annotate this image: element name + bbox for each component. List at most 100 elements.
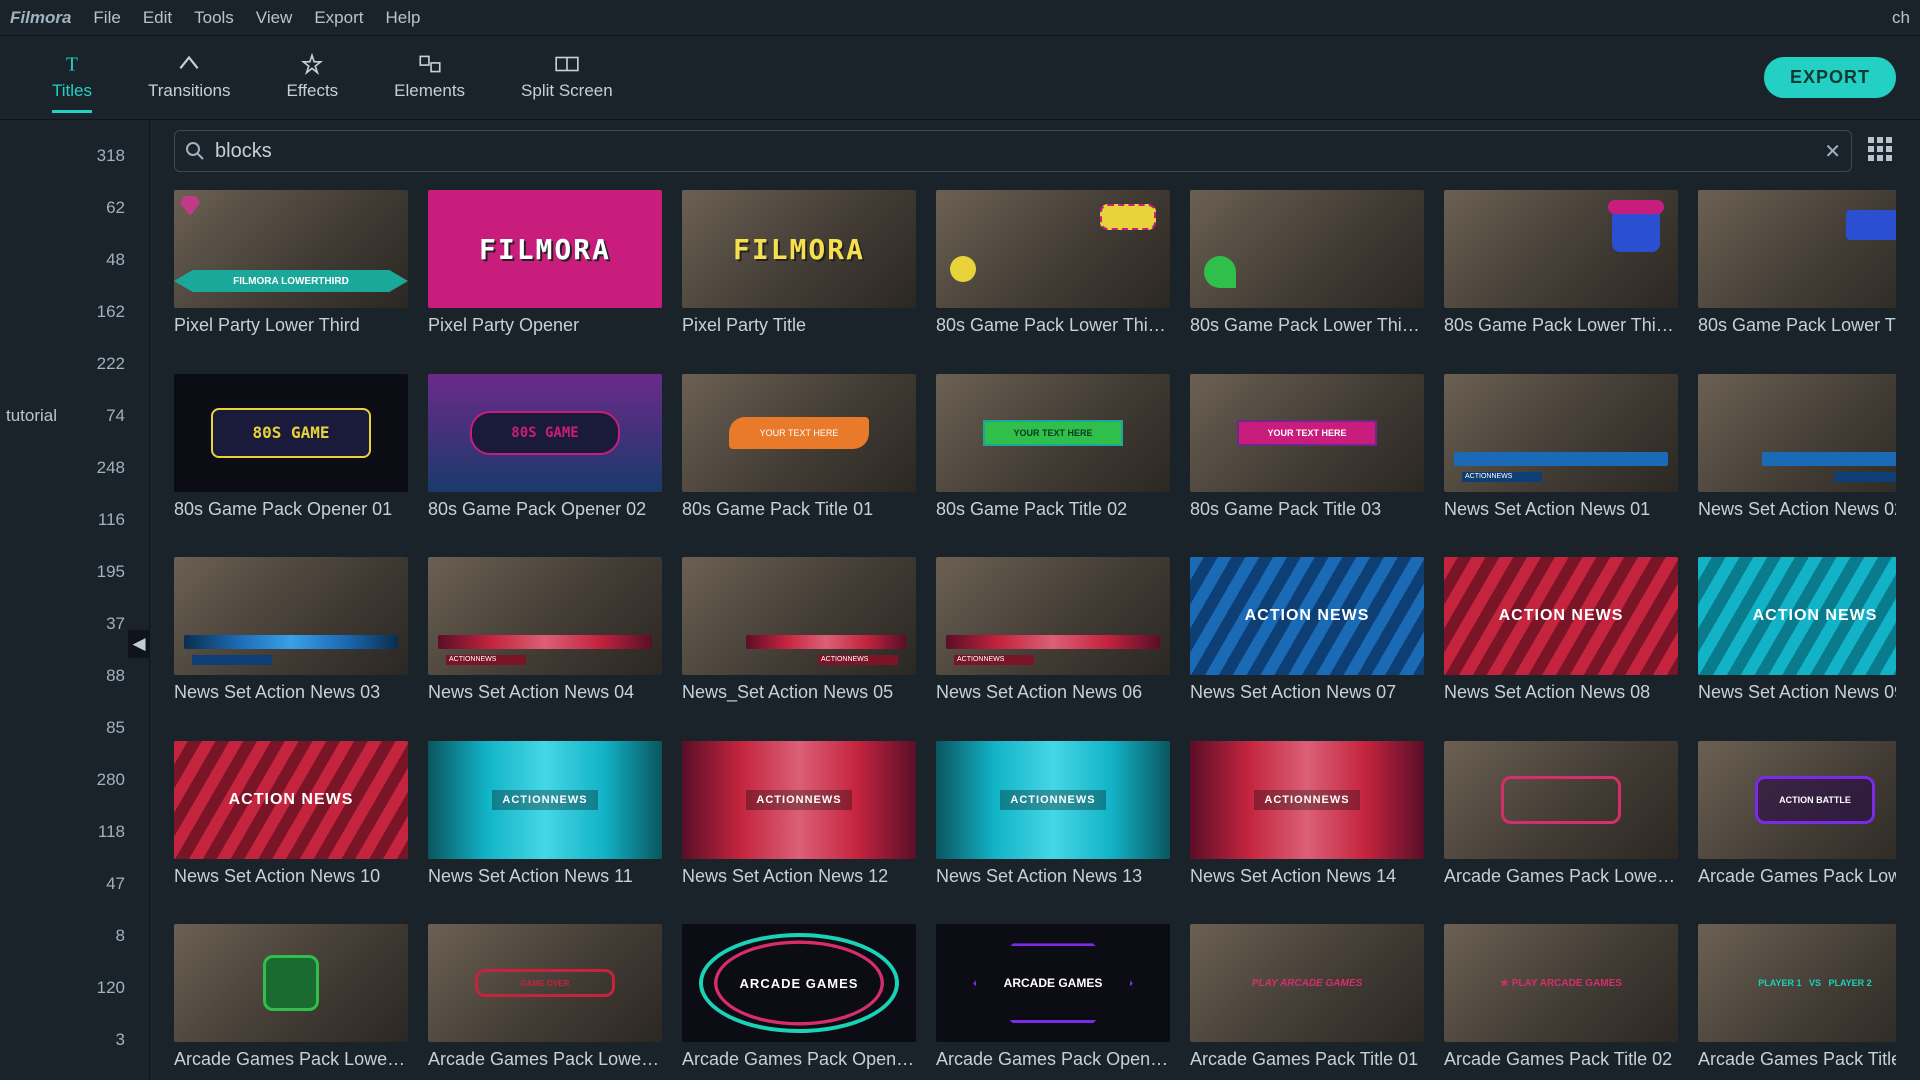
sidebar-item[interactable]: 8 <box>0 910 149 962</box>
title-card[interactable]: 80s Game Pack Lower Third 01 <box>936 190 1170 346</box>
title-card[interactable]: ACTION BATTLEArcade Games Pack Lower Thi… <box>1698 741 1896 897</box>
title-thumbnail: ACTION BATTLE <box>1698 741 1896 859</box>
title-card[interactable]: 80S GAME80s Game Pack Opener 01 <box>174 374 408 530</box>
menu-tools[interactable]: Tools <box>194 8 234 28</box>
search-box[interactable]: ✕ <box>174 130 1852 172</box>
title-card[interactable]: ACTIONNEWSNews Set Action News 14 <box>1190 741 1424 897</box>
title-card-label: 80s Game Pack Lower Third 02 <box>1190 315 1424 336</box>
title-thumbnail: ARCADE GAMES <box>936 924 1170 1042</box>
title-thumbnail: ACTION NEWS <box>1444 557 1678 675</box>
title-thumbnail <box>1190 190 1424 308</box>
toolbar: T Titles Transitions Effects Elements Sp… <box>0 36 1920 120</box>
title-card[interactable]: 80S GAME80s Game Pack Opener 02 <box>428 374 662 530</box>
sidebar-item[interactable]: 280 <box>0 754 149 806</box>
sidebar-item[interactable]: 116 <box>0 494 149 546</box>
menu-file[interactable]: File <box>93 8 120 28</box>
tab-transitions[interactable]: Transitions <box>120 43 259 113</box>
sidebar-item[interactable]: 118 <box>0 806 149 858</box>
sidebar-item[interactable]: 162 <box>0 286 149 338</box>
menu-export[interactable]: Export <box>314 8 363 28</box>
sidebar-item[interactable]: tutorial74 <box>0 390 149 442</box>
sidebar-item[interactable]: 37 <box>0 598 149 650</box>
sidebar-item[interactable]: 318 <box>0 130 149 182</box>
title-card[interactable]: ACTIONNEWSNews Set Action News 13 <box>936 741 1170 897</box>
title-card[interactable]: ARCADE GAMESArcade Games Pack Opener 02 <box>936 924 1170 1080</box>
title-card[interactable]: ACTIONNEWSNews Set Action News 12 <box>682 741 916 897</box>
title-card[interactable]: PLAYER 1 VS PLAYER 2Arcade Games Pack Ti… <box>1698 924 1896 1080</box>
title-card[interactable]: YOUR TEXT HERE80s Game Pack Title 01 <box>682 374 916 530</box>
sidebar-item[interactable]: 222 <box>0 338 149 390</box>
search-input[interactable] <box>215 140 1814 163</box>
sidebar-item[interactable]: 48 <box>0 234 149 286</box>
title-card[interactable]: 80s Game Pack Lower Third 02 <box>1190 190 1424 346</box>
title-card[interactable]: ACTION NEWSNews Set Action News 07 <box>1190 557 1424 713</box>
title-card[interactable]: FILMORAPixel Party Title <box>682 190 916 346</box>
grid-size-toggle[interactable] <box>1868 137 1896 165</box>
sidebar-item-count: 74 <box>106 406 125 426</box>
title-card[interactable]: ACTIONNEWSNews Set Action News 06 <box>936 557 1170 713</box>
title-card[interactable]: YOUR TEXT HERE80s Game Pack Title 02 <box>936 374 1170 530</box>
title-card[interactable]: ACTIONNEWSNews Set Action News 11 <box>428 741 662 897</box>
title-thumbnail: ACTIONNEWS <box>428 557 662 675</box>
title-thumbnail: FILMORA <box>428 190 662 308</box>
title-card[interactable]: ACTION NEWS News Set Action News 09 <box>1698 557 1896 713</box>
title-card-label: 80s Game Pack Opener 02 <box>428 499 662 520</box>
sidebar-item[interactable]: 248 <box>0 442 149 494</box>
title-thumbnail: ARCADE GAMES <box>682 924 916 1042</box>
title-thumbnail: GAME OVER <box>428 924 662 1042</box>
sidebar-item-count: 118 <box>98 822 125 842</box>
sidebar-item[interactable]: 62 <box>0 182 149 234</box>
menu-help[interactable]: Help <box>385 8 420 28</box>
title-thumbnail <box>1698 190 1896 308</box>
sidebar-item[interactable]: 85 <box>0 702 149 754</box>
title-card-label: 80s Game Pack Lower Third 01 <box>936 315 1170 336</box>
tab-titles[interactable]: T Titles <box>24 43 120 113</box>
title-card[interactable]: ARCADE GAMESArcade Games Pack Opener 01 <box>682 924 916 1080</box>
sidebar-item-count: 85 <box>106 718 125 738</box>
export-button[interactable]: EXPORT <box>1764 57 1896 98</box>
title-card[interactable]: ACTION NEWSNews Set Action News 08 <box>1444 557 1678 713</box>
title-card-label: News Set Action News 09 <box>1698 682 1896 703</box>
tab-elements[interactable]: Elements <box>366 43 493 113</box>
sidebar-item-count: 48 <box>106 250 125 270</box>
title-thumbnail: ★ PLAY ARCADE GAMES <box>1444 924 1678 1042</box>
menu-view[interactable]: View <box>256 8 293 28</box>
title-card[interactable]: FILMORAPixel Party Opener <box>428 190 662 346</box>
title-card[interactable]: Arcade Games Pack Lower Third 01 <box>1444 741 1678 897</box>
tab-split-screen[interactable]: Split Screen <box>493 43 641 113</box>
sidebar-item[interactable]: 3 <box>0 1014 149 1066</box>
titles-icon: T <box>59 53 85 75</box>
menu-edit[interactable]: Edit <box>143 8 172 28</box>
title-card[interactable]: 80s Game Pack Lower Third 03 <box>1444 190 1678 346</box>
clear-search-icon[interactable]: ✕ <box>1824 139 1841 164</box>
title-card-label: News Set Action News 13 <box>936 866 1170 887</box>
title-card[interactable]: ACTIONNEWSNews_Set Action News 05 <box>682 557 916 713</box>
sidebar-item[interactable]: 88 <box>0 650 149 702</box>
sidebar-item[interactable]: 195 <box>0 546 149 598</box>
sidebar-item-count: 280 <box>97 770 125 790</box>
title-card[interactable]: ACTION NEWSNews Set Action News 10 <box>174 741 408 897</box>
sidebar-item-count: 195 <box>97 562 125 582</box>
sidebar-item-count: 222 <box>97 354 125 374</box>
title-card[interactable]: News Set Action News 02 <box>1698 374 1896 530</box>
title-card[interactable]: Arcade Games Pack Lower Third 03 <box>174 924 408 1080</box>
title-card[interactable]: ACTIONNEWSNews Set Action News 01 <box>1444 374 1678 530</box>
tab-effects[interactable]: Effects <box>259 43 367 113</box>
sidebar-item[interactable]: 120 <box>0 962 149 1014</box>
title-card[interactable]: News Set Action News 03 <box>174 557 408 713</box>
title-card[interactable]: 80s Game Pack Lower Third 04 <box>1698 190 1896 346</box>
title-card-label: Arcade Games Pack Title 01 <box>1190 1049 1424 1070</box>
title-thumbnail: ACTION NEWS <box>1698 557 1896 675</box>
title-thumbnail: ACTIONNEWS <box>936 557 1170 675</box>
title-thumbnail: ACTIONNEWS <box>682 557 916 675</box>
title-card[interactable]: GAME OVERArcade Games Pack Lower Third 0… <box>428 924 662 1080</box>
tab-transitions-label: Transitions <box>148 81 231 101</box>
sidebar-item[interactable]: 47 <box>0 858 149 910</box>
title-card[interactable]: FILMORA LOWERTHIRDPixel Party Lower Thir… <box>174 190 408 346</box>
title-card[interactable]: ★ PLAY ARCADE GAMESArcade Games Pack Tit… <box>1444 924 1678 1080</box>
title-card[interactable]: YOUR TEXT HERE80s Game Pack Title 03 <box>1190 374 1424 530</box>
sidebar-collapse-button[interactable]: ◀ <box>128 630 150 658</box>
title-card[interactable]: PLAY ARCADE GAMESArcade Games Pack Title… <box>1190 924 1424 1080</box>
sidebar-item-count: 318 <box>97 146 125 166</box>
title-card[interactable]: ACTIONNEWSNews Set Action News 04 <box>428 557 662 713</box>
